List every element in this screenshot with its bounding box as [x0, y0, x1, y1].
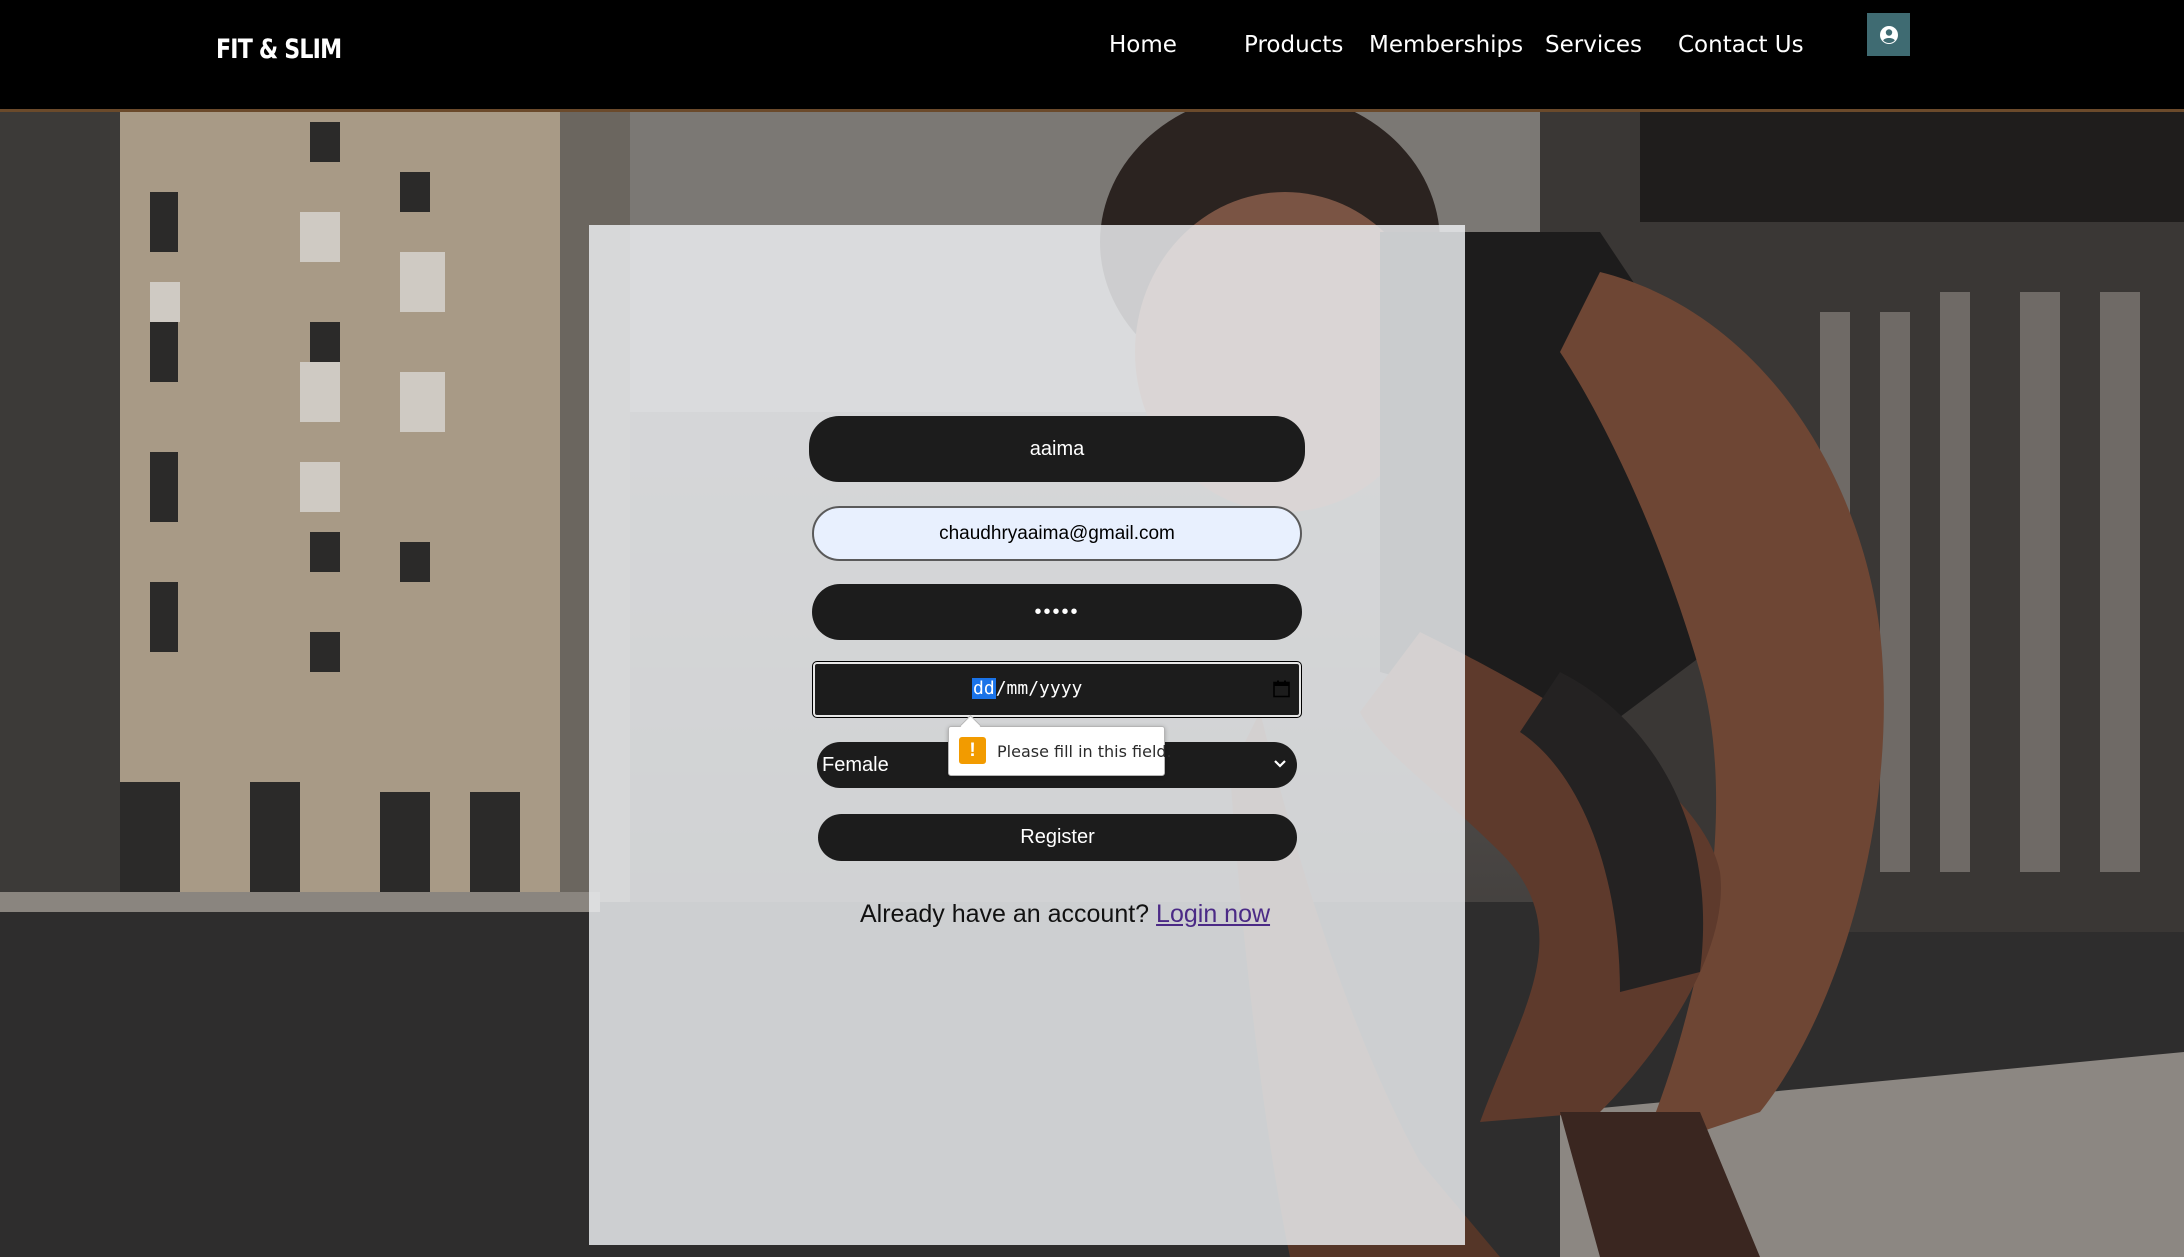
login-prompt-line: Already have an account? Login now — [589, 900, 1527, 929]
calendar-icon[interactable] — [1273, 680, 1290, 698]
name-field[interactable] — [809, 416, 1305, 482]
email-field[interactable] — [812, 506, 1302, 561]
nav-link-services[interactable]: Services — [1545, 32, 1642, 58]
account-button[interactable] — [1867, 13, 1910, 56]
date-placeholder: dd/mm/yyyy — [972, 678, 1082, 699]
date-of-birth-field[interactable]: dd/mm/yyyy — [812, 661, 1302, 718]
nav-link-contact-us[interactable]: Contact Us — [1678, 32, 1804, 58]
validation-message: Please fill in this field. — [997, 742, 1172, 761]
date-rest-segment: /mm/yyyy — [995, 678, 1083, 699]
password-field[interactable] — [812, 584, 1302, 640]
nav-link-products[interactable]: Products — [1244, 32, 1343, 58]
gender-selected-value: Female — [822, 754, 889, 776]
top-navbar: FIT & SLIM Home Products Memberships Ser… — [0, 0, 2184, 112]
chevron-down-icon — [1274, 760, 1286, 768]
register-button[interactable]: Register — [818, 814, 1297, 861]
warning-icon: ! — [959, 737, 986, 764]
login-now-link[interactable]: Login now — [1156, 900, 1270, 928]
brand-logo[interactable]: FIT & SLIM — [216, 34, 342, 65]
nav-link-home[interactable]: Home — [1109, 32, 1177, 58]
nav-link-memberships[interactable]: Memberships — [1369, 32, 1523, 58]
date-day-segment[interactable]: dd — [972, 678, 996, 699]
login-prompt-text: Already have an account? — [860, 900, 1150, 928]
validation-tooltip: ! Please fill in this field. — [948, 714, 1172, 776]
user-circle-icon — [1879, 25, 1898, 44]
